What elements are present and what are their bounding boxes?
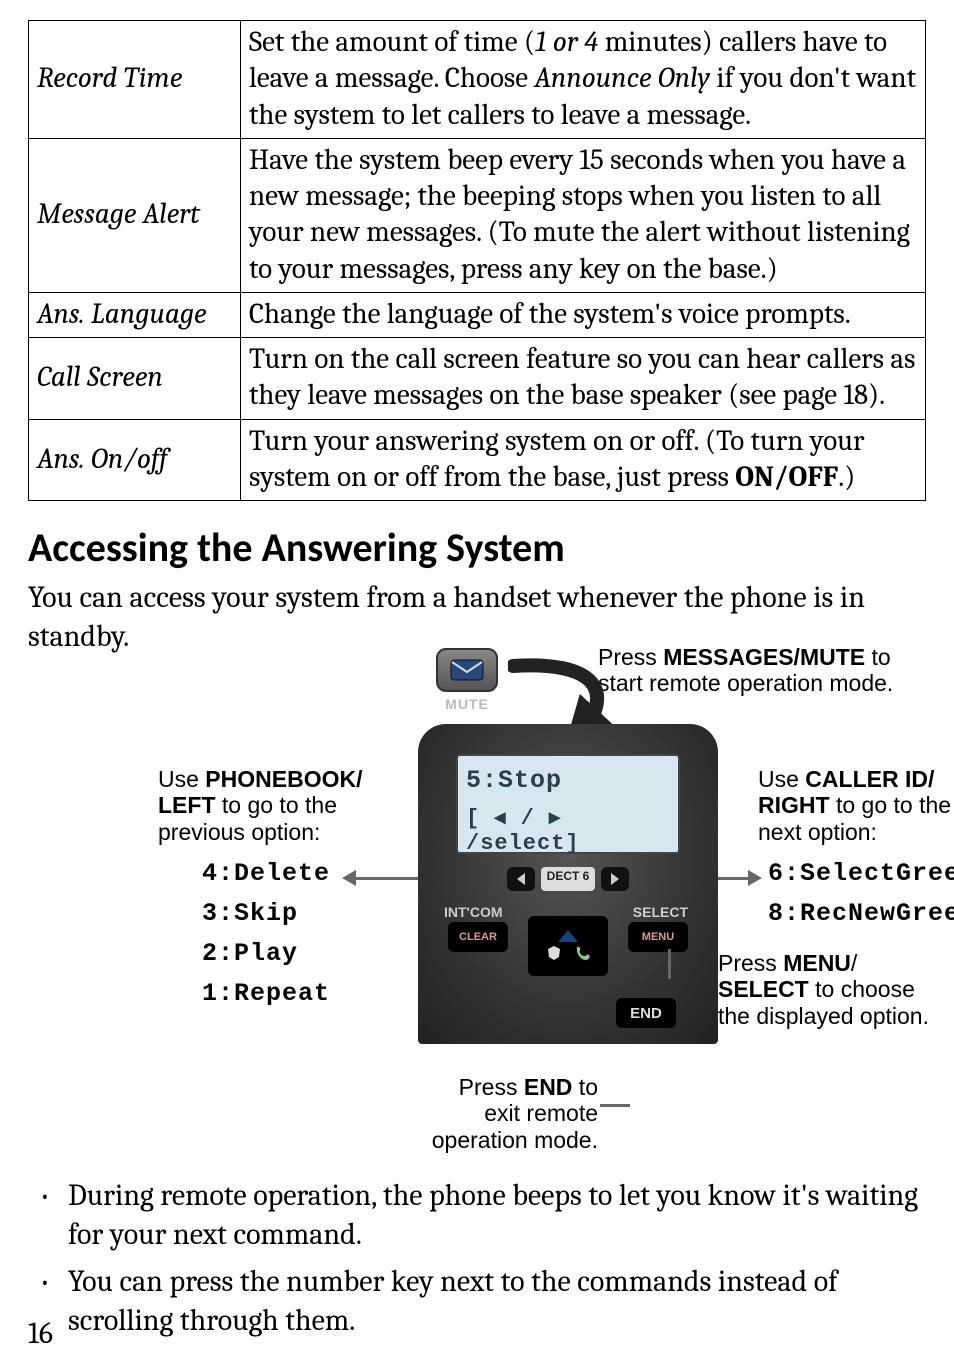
list-item: You can press the number key next to the… bbox=[68, 1262, 926, 1340]
left-arrow-icon bbox=[342, 870, 422, 886]
table-row: Record Time Set the amount of time (1 or… bbox=[29, 21, 926, 139]
table-row: Ans. Language Change the language of the… bbox=[29, 292, 926, 337]
right-legend-header: Use CALLER ID/ RIGHT to go to the next o… bbox=[758, 766, 954, 845]
right-option-2: 8:RecNewGreeting bbox=[768, 899, 954, 929]
row-desc: Turn your answering system on or off. (T… bbox=[241, 419, 926, 501]
left-legend-header: Use PHONEBOOK/ LEFT to go to the previou… bbox=[158, 766, 368, 845]
list-item: During remote operation, the phone beeps… bbox=[68, 1176, 926, 1254]
bold-text: END bbox=[524, 1074, 573, 1100]
text: Use bbox=[158, 766, 205, 792]
page-number: 16 bbox=[28, 1316, 53, 1351]
menu-button-group: MENU bbox=[628, 922, 688, 976]
shield-icon bbox=[545, 944, 563, 962]
bold-text: ON/OFF bbox=[735, 461, 838, 494]
handset-graphic: 5:Stop [ ◂ / ▸ /select] DECT 6 INT'COM S… bbox=[418, 724, 718, 1044]
right-option-1: 6:SelectGreeting bbox=[768, 859, 954, 889]
left-option-1: 4:Delete bbox=[202, 859, 330, 889]
mute-button-graphic: MUTE bbox=[436, 648, 498, 712]
mail-icon bbox=[436, 648, 498, 692]
row-desc: Set the amount of time (1 or 4 minutes) … bbox=[241, 21, 926, 139]
left-option-3: 2:Play bbox=[202, 939, 298, 969]
clear-button: CLEAR bbox=[448, 922, 508, 952]
nav-mid-label: DECT 6 bbox=[541, 867, 596, 891]
select-instruction: Press MENU/SELECT to choose the displaye… bbox=[718, 950, 948, 1029]
text: Press bbox=[459, 1074, 524, 1100]
section-heading: Accessing the Answering System bbox=[28, 523, 926, 572]
left-option-2: 3:Skip bbox=[202, 899, 298, 929]
table-row: Message Alert Have the system beep every… bbox=[29, 138, 926, 292]
row-desc: Have the system beep every 15 seconds wh… bbox=[241, 138, 926, 292]
text: Use bbox=[758, 766, 805, 792]
left-option-4: 1:Repeat bbox=[202, 979, 330, 1009]
row2: CLEAR MENU bbox=[418, 922, 718, 976]
text: Set the amount of time ( bbox=[249, 26, 535, 59]
phone-icon bbox=[573, 944, 591, 962]
row-label: Ans. On/off bbox=[29, 419, 241, 501]
bold-text: MENU bbox=[783, 950, 851, 976]
nav-left-button bbox=[507, 867, 535, 891]
row-label: Ans. Language bbox=[29, 292, 241, 337]
row-label: Record Time bbox=[29, 21, 241, 139]
menu-button: MENU bbox=[628, 922, 688, 952]
select-label: SELECT bbox=[633, 904, 688, 920]
row-desc: Change the language of the system's voic… bbox=[241, 292, 926, 337]
text: .) bbox=[838, 461, 855, 494]
nav-row: DECT 6 bbox=[418, 867, 718, 891]
row-label: Call Screen bbox=[29, 338, 241, 420]
menu-button-label: MENU bbox=[642, 931, 674, 943]
table-row: Call Screen Turn on the call screen feat… bbox=[29, 338, 926, 420]
right-arrow-icon bbox=[716, 870, 762, 886]
row-label: Message Alert bbox=[29, 138, 241, 292]
dpad bbox=[528, 916, 608, 976]
end-button: END bbox=[616, 998, 676, 1028]
up-arrow-icon bbox=[558, 930, 578, 942]
table-row: Ans. On/off Turn your answering system o… bbox=[29, 419, 926, 501]
emphasis: Announce Only bbox=[534, 62, 710, 95]
bold-text: SELECT bbox=[718, 976, 809, 1002]
screen-line-1: 5:Stop bbox=[466, 766, 670, 795]
handset-screen: 5:Stop [ ◂ / ▸ /select] bbox=[456, 754, 680, 854]
clear-button-group: CLEAR bbox=[448, 922, 508, 976]
notes-list: During remote operation, the phone beeps… bbox=[28, 1176, 926, 1340]
screen-line-2: [ ◂ / ▸ /select] bbox=[466, 805, 670, 856]
end-instruction: Press END to exit remote operation mode. bbox=[428, 1074, 598, 1153]
nav-right-button bbox=[601, 867, 629, 891]
row-desc: Turn on the call screen feature so you c… bbox=[241, 338, 926, 420]
settings-table: Record Time Set the amount of time (1 or… bbox=[28, 20, 926, 501]
end-arrow bbox=[600, 1104, 630, 1107]
menu-arrow-stub bbox=[668, 949, 671, 979]
clear-button-label: CLEAR bbox=[459, 931, 497, 943]
answering-system-diagram: Press MESSAGES/MUTE to start remote oper… bbox=[28, 654, 926, 1164]
emphasis: 1 or 4 bbox=[535, 26, 598, 59]
text: Press bbox=[718, 950, 783, 976]
intcom-label: INT'COM bbox=[444, 904, 503, 920]
mute-label: MUTE bbox=[436, 696, 498, 712]
